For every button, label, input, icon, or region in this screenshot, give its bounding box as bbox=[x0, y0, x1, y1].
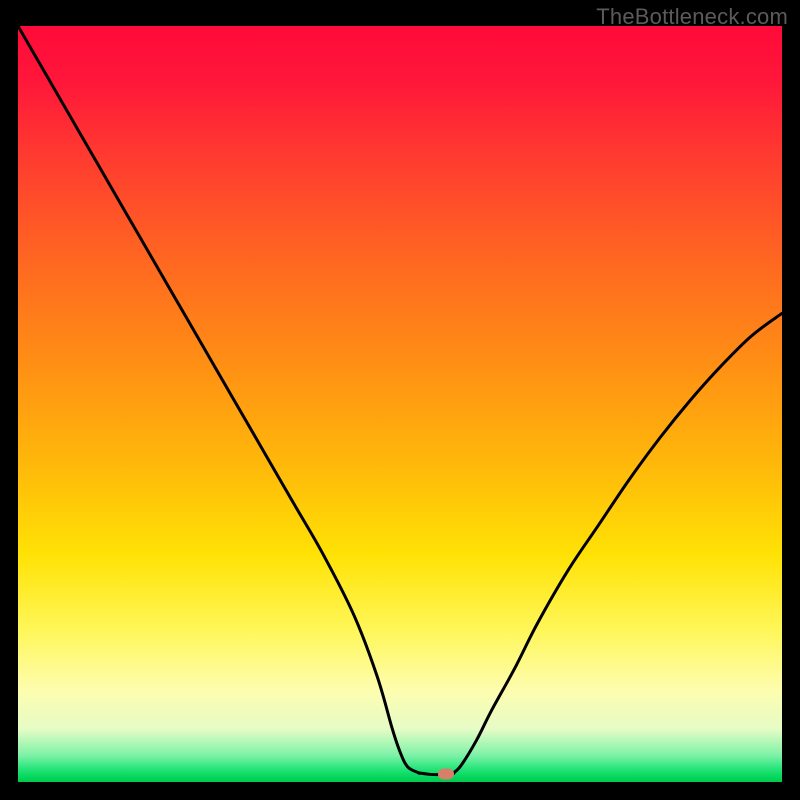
bottleneck-curve bbox=[18, 26, 782, 782]
watermark-text: TheBottleneck.com bbox=[596, 4, 788, 30]
curve-minimum-marker bbox=[438, 768, 454, 779]
chart-frame: TheBottleneck.com bbox=[0, 0, 800, 800]
